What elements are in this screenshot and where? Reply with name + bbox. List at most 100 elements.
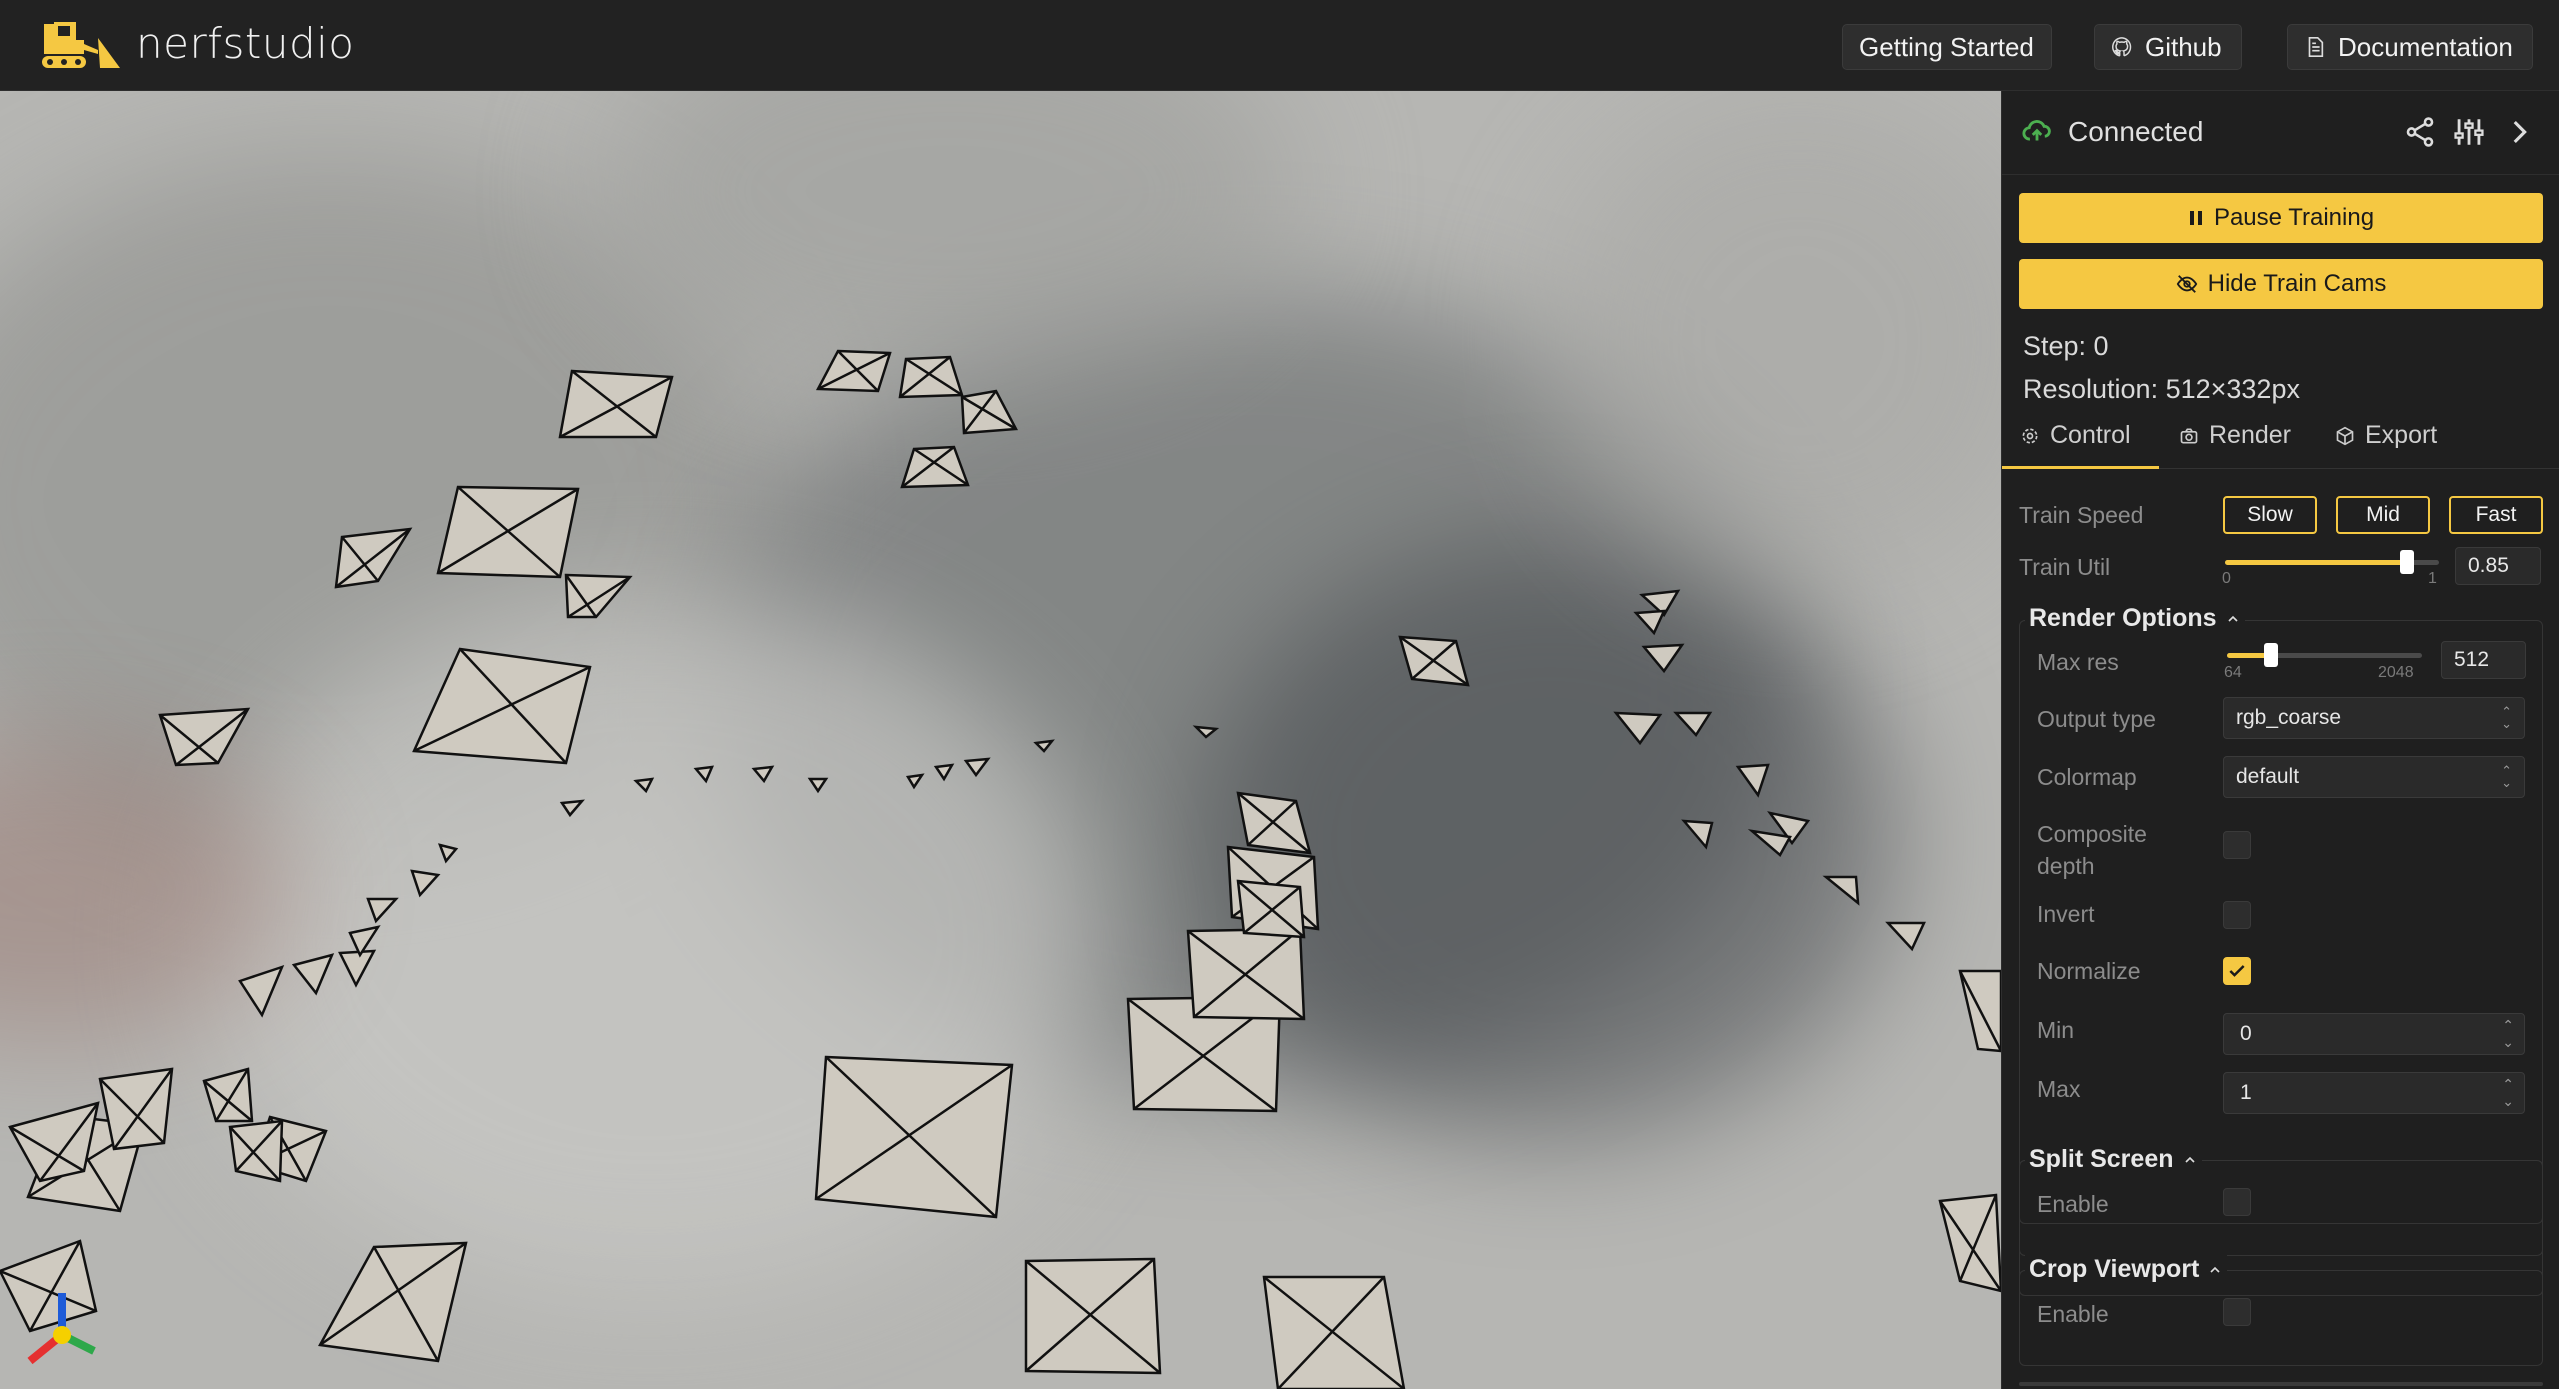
- getting-started-label: Getting Started: [1859, 31, 2034, 62]
- stepper-arrows-icon[interactable]: ⌃ ⌄: [2502, 1017, 2514, 1051]
- camera-frustum: [814, 1055, 1014, 1219]
- min-stepper[interactable]: 0 ⌃ ⌄: [2223, 1013, 2525, 1055]
- camera-frustum: [933, 763, 955, 782]
- scroll-indicator[interactable]: [2019, 1382, 2543, 1386]
- colormap-value: default: [2236, 765, 2300, 788]
- camera-frustum: [558, 369, 674, 439]
- camera-frustum: [807, 777, 829, 794]
- documentation-label: Documentation: [2338, 31, 2513, 62]
- camera-frustum: [1641, 643, 1685, 674]
- chevron-up-icon: [2184, 1156, 2195, 1163]
- checkmark-icon: [2229, 965, 2245, 977]
- normalize-checkbox[interactable]: [2223, 957, 2251, 985]
- min-value: 0: [2240, 1022, 2252, 1045]
- camera-frustum: [1673, 711, 1713, 738]
- camera-frustum: [1186, 927, 1306, 1021]
- camera-frustum: [751, 765, 775, 784]
- output-type-label: Output type: [2037, 706, 2156, 732]
- slider-thumb[interactable]: [2399, 550, 2414, 574]
- max-res-max-tick: 2048: [2378, 664, 2414, 681]
- camera-frustum: [633, 777, 655, 794]
- tab-control[interactable]: Control: [2020, 421, 2131, 450]
- slider-thumb[interactable]: [2264, 643, 2279, 667]
- gear-icon: [2022, 428, 2038, 443]
- chevron-up-icon: [2210, 1266, 2220, 1273]
- render-options-title[interactable]: Render Options: [2025, 604, 2245, 633]
- speed-slow-button[interactable]: Slow: [2223, 496, 2317, 534]
- documentation-button[interactable]: Documentation: [2287, 24, 2533, 70]
- panel-header: Connected: [2002, 91, 2559, 175]
- github-label: Github: [2145, 31, 2222, 62]
- camera-frustum: [8, 1101, 100, 1183]
- camera-frustum: [564, 573, 633, 619]
- stepper-arrows-icon[interactable]: ⌃ ⌄: [2502, 1076, 2514, 1110]
- composite-depth-label-line2: depth: [2037, 853, 2095, 879]
- hide-train-cams-button[interactable]: Hide Train Cams: [2019, 259, 2543, 309]
- max-label: Max: [2037, 1076, 2081, 1102]
- control-panel: Connected Pause Training Hide Train Cams…: [2001, 91, 2559, 1389]
- crop-viewport-enable-label: Enable: [2037, 1301, 2109, 1327]
- 3d-viewport[interactable]: [0, 91, 2001, 1389]
- camera-frustum: [905, 773, 925, 790]
- max-stepper[interactable]: 1 ⌃ ⌄: [2223, 1072, 2525, 1114]
- tab-export[interactable]: Export: [2335, 421, 2437, 450]
- status-text: Connected: [2068, 116, 2204, 147]
- colormap-select[interactable]: default ⌃ ⌄: [2223, 756, 2525, 798]
- max-res-value-input[interactable]: 512: [2441, 641, 2526, 679]
- cloud-sync-icon: [2022, 120, 2051, 141]
- camera-frustum: [1236, 879, 1306, 939]
- chevron-right-icon[interactable]: [2502, 115, 2536, 149]
- colormap-label: Colormap: [2037, 764, 2137, 790]
- max-res-min-tick: 64: [2224, 664, 2242, 681]
- slider-fill: [2225, 560, 2407, 565]
- camera-frustum: [1192, 725, 1220, 739]
- tab-render[interactable]: Render: [2179, 421, 2291, 450]
- hide-train-cams-label: Hide Train Cams: [2207, 270, 2387, 297]
- train-util-max-tick: 1: [2428, 570, 2437, 587]
- camera-frustum: [410, 869, 441, 898]
- split-screen-title[interactable]: Split Screen: [2025, 1145, 2202, 1174]
- pause-icon: [2189, 211, 2202, 225]
- tab-control-label: Control: [2050, 421, 2131, 449]
- split-screen-title-text: Split Screen: [2029, 1145, 2174, 1173]
- chevron-up-icon: [2227, 615, 2238, 622]
- camera-icon: [2180, 428, 2198, 443]
- speed-fast-button[interactable]: Fast: [2449, 496, 2543, 534]
- github-button[interactable]: Github: [2094, 24, 2242, 70]
- max-value: 1: [2240, 1081, 2252, 1104]
- camera-frustum: [158, 707, 251, 767]
- speed-mid-button[interactable]: Mid: [2336, 496, 2430, 534]
- split-screen-enable-checkbox[interactable]: [2223, 1188, 2251, 1216]
- share-icon[interactable]: [2403, 115, 2437, 149]
- output-type-select[interactable]: rgb_coarse ⌃ ⌄: [2223, 697, 2525, 739]
- settings-sliders-icon[interactable]: [2452, 115, 2486, 149]
- camera-frustum: [412, 647, 592, 765]
- train-util-value-input[interactable]: 0.85: [2455, 547, 2541, 585]
- camera-frustum: [238, 964, 285, 1018]
- composite-depth-checkbox[interactable]: [2223, 831, 2251, 859]
- camera-frustum: [436, 485, 580, 579]
- camera-frustum: [900, 445, 970, 489]
- invert-checkbox[interactable]: [2223, 901, 2251, 929]
- crop-viewport-title[interactable]: Crop Viewport: [2025, 1255, 2228, 1284]
- camera-frustum: [1033, 739, 1055, 753]
- camera-frustum: [1633, 609, 1667, 636]
- crop-viewport-enable-checkbox[interactable]: [2223, 1298, 2251, 1326]
- nerfstudio-logo[interactable]: nerfstudio: [40, 18, 355, 72]
- camera-frustum: [1822, 875, 1860, 906]
- camera-frustums[interactable]: [0, 91, 2001, 1389]
- select-arrows-icon: ⌃ ⌄: [2501, 704, 2512, 731]
- package-icon: [2336, 426, 2354, 445]
- camera-frustum: [334, 527, 413, 589]
- camera-frustum: [338, 949, 377, 988]
- camera-frustum: [1735, 763, 1770, 798]
- camera-frustum: [291, 953, 335, 996]
- min-label: Min: [2037, 1017, 2075, 1043]
- pause-training-button[interactable]: Pause Training: [2019, 193, 2543, 243]
- panel-tabs: Control Render Export: [2002, 411, 2559, 469]
- eye-off-icon: [2176, 275, 2197, 293]
- camera-frustum: [366, 897, 399, 924]
- getting-started-button[interactable]: Getting Started: [1842, 24, 2052, 70]
- normalize-label: Normalize: [2037, 958, 2141, 984]
- document-icon: [2308, 37, 2324, 57]
